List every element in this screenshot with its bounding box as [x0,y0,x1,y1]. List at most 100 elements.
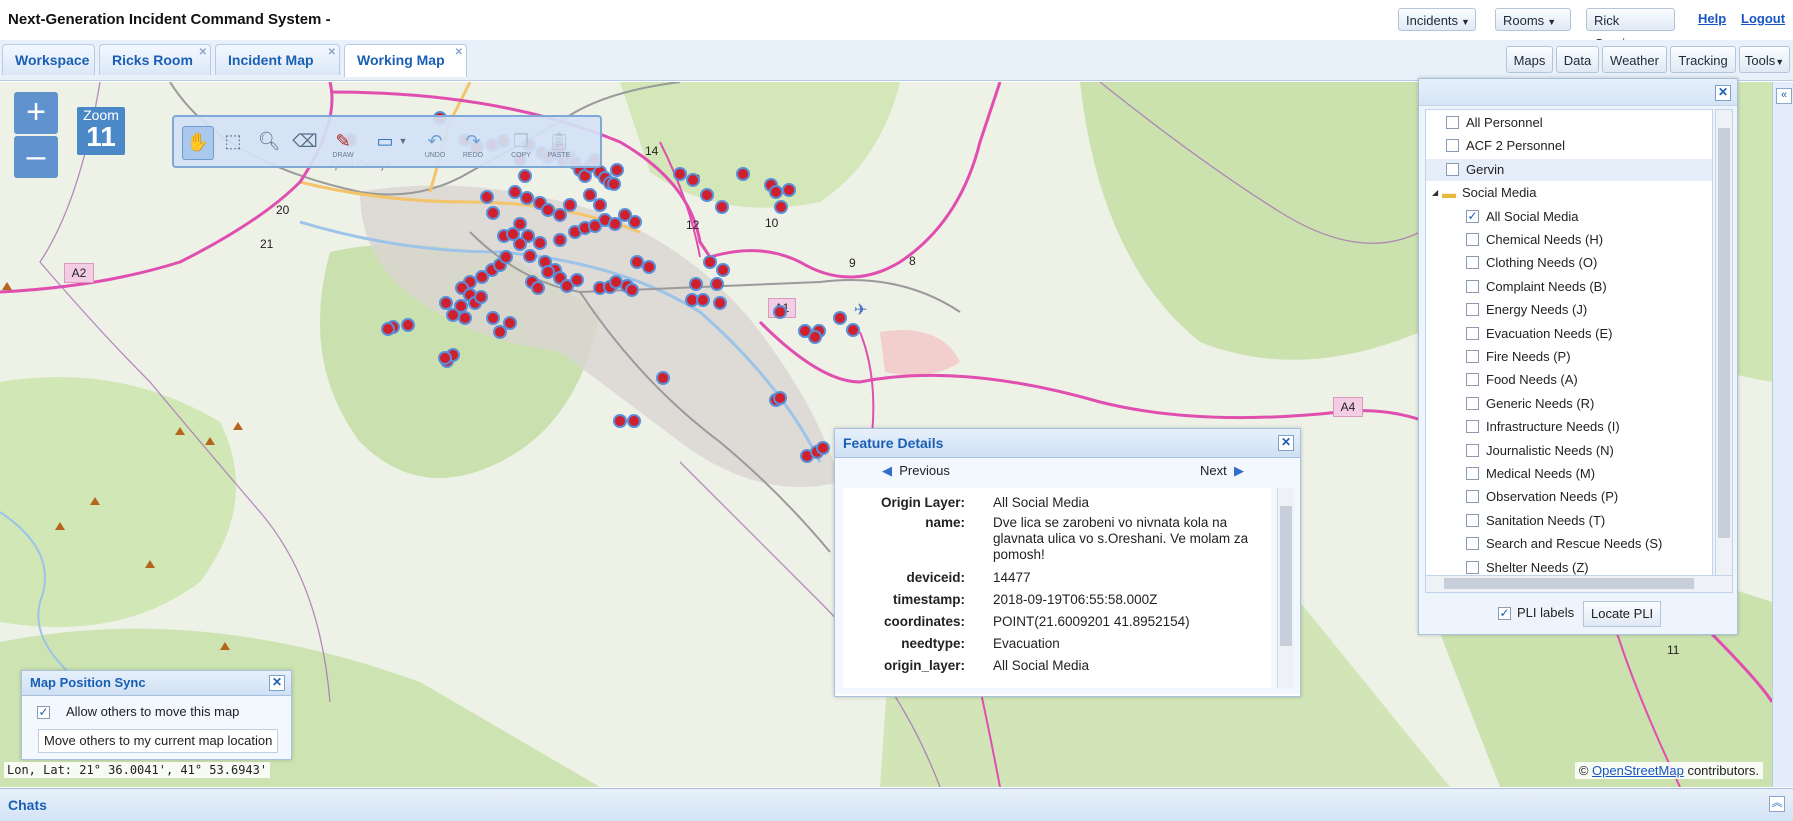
layer-row[interactable]: Evacuation Needs (E) [1426,323,1712,345]
layer-row[interactable]: Energy Needs (J) [1426,299,1712,321]
close-icon[interactable]: ✕ [328,37,336,68]
layer-checkbox[interactable] [1466,420,1479,434]
incident-marker[interactable] [608,217,622,231]
locate-pli-button[interactable]: Locate PLI [1583,601,1662,627]
logout-link[interactable]: Logout [1741,11,1785,26]
incident-marker[interactable] [381,322,395,336]
zoom-search-icon[interactable]: 🔍︎ [254,126,284,158]
layer-row[interactable]: Search and Rescue Needs (S) [1426,533,1712,555]
horizontal-scrollbar[interactable] [1425,575,1733,593]
incident-marker[interactable] [486,206,500,220]
chevron-down-icon[interactable]: ▼ [396,126,410,158]
incident-marker[interactable] [716,263,730,277]
layer-checkbox[interactable] [1466,443,1479,457]
incident-marker[interactable] [520,191,534,205]
layer-row[interactable]: All Personnel [1426,112,1712,134]
draw-pen-icon[interactable]: ✎ DRAW [328,126,358,159]
incident-marker[interactable] [696,293,710,307]
incident-marker[interactable] [627,414,641,428]
undo-icon[interactable]: ↶ UNDO [420,126,450,159]
layer-checkbox[interactable]: ✓ [1466,209,1479,223]
move-others-button[interactable]: Move others to my current map location [38,729,279,753]
user-menu-dropdown[interactable]: Rick Gervin▼ [1586,8,1675,51]
eraser-icon[interactable]: ⌫ [290,126,320,158]
next-button[interactable]: Next ▶ [1200,463,1244,479]
layer-checkbox[interactable] [1466,350,1479,363]
tab-workspace[interactable]: Workspace [2,44,95,75]
layer-row[interactable]: Observation Needs (P) [1426,486,1712,508]
incident-marker[interactable] [628,215,642,229]
tab-incident-map[interactable]: Incident Map ✕ [215,44,340,75]
chats-bar[interactable]: Chats ︽ [0,788,1793,821]
close-icon[interactable]: ✕ [199,37,207,68]
incident-marker[interactable] [474,290,488,304]
openstreetmap-link[interactable]: OpenStreetMap [1592,763,1684,778]
tab-ricks-room[interactable]: Ricks Room ✕ [99,44,211,75]
layer-row[interactable]: Medical Needs (M) [1426,463,1712,485]
layer-row[interactable]: Journalistic Needs (N) [1426,440,1712,462]
layer-checkbox[interactable] [1446,162,1459,176]
collapse-arrow-icon[interactable]: ◢ [1432,182,1438,204]
incident-marker[interactable] [541,203,555,217]
incident-marker[interactable] [846,323,860,337]
close-icon[interactable]: ✕ [1715,85,1731,101]
paste-icon[interactable]: 📋︎ PASTE [544,126,574,159]
incidents-dropdown[interactable]: Incidents ▼ [1398,8,1476,31]
layer-row[interactable]: Sanitation Needs (T) [1426,510,1712,532]
incident-marker[interactable] [773,391,787,405]
incident-marker[interactable] [625,283,639,297]
incident-marker[interactable] [710,277,724,291]
layer-checkbox[interactable] [1466,233,1479,246]
copy-icon[interactable]: ❐ COPY [506,126,536,159]
layer-row[interactable]: ACF 2 Personnel [1426,135,1712,157]
incident-marker[interactable] [513,237,527,251]
layer-row[interactable]: Fire Needs (P) [1426,346,1712,368]
incident-marker[interactable] [773,305,787,319]
previous-button[interactable]: ◀ Previous [882,463,950,479]
maps-button[interactable]: Maps [1506,46,1553,73]
incident-marker[interactable] [642,260,656,274]
zoom-in-button[interactable]: + [14,92,58,134]
select-box-icon[interactable]: ⬚ [218,126,248,158]
incident-marker[interactable] [630,255,644,269]
expand-chats-icon[interactable]: ︽ [1769,796,1785,812]
incident-marker[interactable] [531,281,545,295]
incident-marker[interactable] [553,233,567,247]
layer-checkbox[interactable] [1466,256,1479,270]
incident-marker[interactable] [656,371,670,385]
layer-checkbox[interactable] [1466,396,1479,410]
incident-marker[interactable] [480,190,494,204]
incident-marker[interactable] [493,325,507,339]
layer-row[interactable]: ✓ All Social Media [1426,206,1712,228]
layer-folder[interactable]: ◢ ▬ Social Media [1426,182,1712,204]
layer-row[interactable]: Complaint Needs (B) [1426,276,1712,298]
incident-marker[interactable] [673,167,687,181]
incident-marker[interactable] [607,177,621,191]
layer-checkbox[interactable] [1466,560,1479,574]
redo-icon[interactable]: ↷ REDO [458,126,488,159]
zoom-out-button[interactable]: – [14,136,58,178]
tab-working-map[interactable]: Working Map ✕ [344,44,467,77]
incident-marker[interactable] [508,185,522,199]
close-icon[interactable]: ✕ [455,37,463,68]
incident-marker[interactable] [774,200,788,214]
vertical-scrollbar[interactable] [1277,488,1294,688]
scrollbar-thumb[interactable] [1280,506,1292,646]
expand-panel-icon[interactable]: « [1776,88,1792,104]
layer-checkbox[interactable] [1466,279,1479,293]
incident-marker[interactable] [439,296,453,310]
incident-marker[interactable] [610,163,624,177]
layer-row[interactable]: Generic Needs (R) [1426,393,1712,415]
close-icon[interactable]: ✕ [269,675,285,691]
close-icon[interactable]: ✕ [1278,435,1294,451]
pan-hand-icon[interactable]: ✋ [182,126,214,160]
layer-checkbox[interactable] [1466,303,1479,317]
incident-marker[interactable] [769,185,783,199]
rooms-dropdown[interactable]: Rooms ▼ [1495,8,1571,31]
incident-marker[interactable] [458,311,472,325]
incident-marker[interactable] [499,250,513,264]
incident-marker[interactable] [713,296,727,310]
help-link[interactable]: Help [1698,11,1726,26]
weather-button[interactable]: Weather [1602,46,1667,73]
layer-row[interactable]: Food Needs (A) [1426,369,1712,391]
